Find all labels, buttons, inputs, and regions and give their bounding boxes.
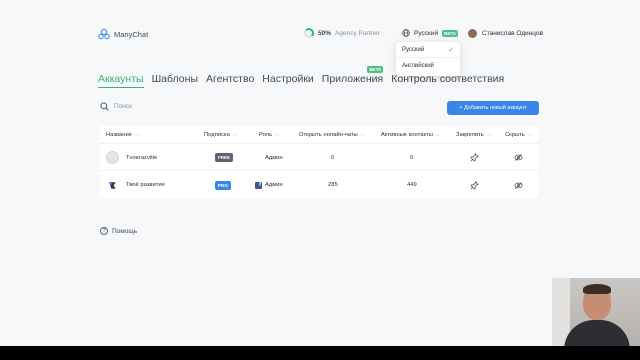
role-cell: Админ bbox=[265, 154, 283, 161]
tab-label: Аккаунты bbox=[98, 73, 144, 85]
active-contacts-cell: 449 bbox=[407, 182, 417, 188]
language-dropdown: Русский ✓ Английский bbox=[396, 42, 460, 76]
tab-label: Настройки bbox=[262, 73, 314, 85]
avatar bbox=[468, 29, 477, 38]
webcam-overlay bbox=[552, 278, 640, 346]
chevron-down-icon: ⌵ bbox=[232, 131, 237, 138]
col-active-contacts[interactable]: Активные контакты ⌵ bbox=[381, 132, 440, 138]
eye-off-icon bbox=[514, 154, 523, 161]
agency-partner-status[interactable]: 50% Agency Partner bbox=[304, 28, 380, 38]
facebook-icon: f bbox=[255, 181, 262, 189]
pin-button[interactable] bbox=[470, 153, 479, 162]
account-name: Твоё развитие bbox=[126, 182, 165, 188]
webcam-person-body bbox=[564, 320, 630, 346]
col-role[interactable]: Роль ⌵ bbox=[259, 132, 279, 138]
tab-label: Приложения bbox=[321, 73, 384, 85]
account-cell[interactable]: Tvoerazvitie bbox=[106, 151, 157, 164]
column-label: Активные контакты bbox=[381, 131, 433, 138]
pin-button[interactable] bbox=[470, 180, 479, 190]
help-link[interactable]: ? Помощь bbox=[100, 227, 137, 235]
column-label: Открыть онлайн-чаты bbox=[299, 131, 358, 138]
user-name: Станислав Одинцов bbox=[482, 30, 543, 37]
account-logo-icon bbox=[106, 179, 119, 192]
tab-settings[interactable]: Настройки bbox=[262, 73, 314, 88]
hide-button[interactable] bbox=[514, 181, 523, 190]
option-label: Английский bbox=[402, 63, 434, 69]
tab-accounts[interactable]: Аккаунты bbox=[98, 73, 144, 88]
agency-label: Agency Partner bbox=[335, 29, 380, 37]
col-open-chats[interactable]: Открыть онлайн-чаты ⌵ bbox=[299, 132, 365, 138]
check-icon: ✓ bbox=[448, 46, 454, 54]
help-label: Помощь bbox=[112, 227, 138, 235]
agency-percent: 50% bbox=[318, 29, 332, 37]
language-option-english[interactable]: Английский bbox=[396, 58, 460, 74]
open-chats-cell: 0 bbox=[331, 154, 335, 161]
role-cell: f Админ bbox=[255, 181, 283, 189]
plan-badge: PRO bbox=[215, 180, 231, 190]
tab-templates[interactable]: Шаблоны bbox=[152, 73, 198, 88]
chevron-down-icon: ⌵ bbox=[527, 131, 532, 138]
role-label: Админ bbox=[265, 182, 283, 188]
col-plan[interactable]: Подписка ⌵ bbox=[204, 132, 237, 138]
chevron-down-icon: ⌵ bbox=[134, 131, 139, 138]
app-page: ManyChat 50% Agency Partner Русский BETA… bbox=[0, 0, 640, 346]
plan-badge: FREE bbox=[215, 153, 234, 162]
globe-icon bbox=[402, 29, 410, 37]
table-row[interactable]: Tvoerazvitie FREE Админ 0 0 bbox=[100, 145, 539, 171]
column-label: Роль bbox=[259, 131, 273, 138]
chevron-down-icon: ⌵ bbox=[435, 131, 440, 138]
column-label: Скрыть bbox=[505, 131, 525, 138]
help-icon: ? bbox=[100, 227, 108, 235]
beta-badge: BETA bbox=[367, 66, 384, 73]
col-name[interactable]: Название ⌵ bbox=[106, 132, 139, 138]
tab-label: Агентство bbox=[206, 73, 255, 85]
hide-button[interactable] bbox=[514, 153, 523, 162]
chevron-down-icon: ⌵ bbox=[360, 131, 365, 138]
progress-ring-icon bbox=[304, 28, 314, 38]
brand-name: ManyChat bbox=[114, 29, 149, 39]
beta-badge: BETA bbox=[442, 29, 459, 37]
add-account-button[interactable]: + Добавить новый аккаунт bbox=[447, 101, 539, 115]
search-field[interactable]: Поиск bbox=[100, 102, 132, 111]
option-label: Русский bbox=[402, 46, 425, 53]
col-hide[interactable]: Скрыть ⌵ bbox=[505, 132, 532, 138]
column-label: Подписка bbox=[204, 131, 230, 138]
language-label: Русский bbox=[414, 29, 439, 37]
letterbox-bar bbox=[0, 346, 640, 360]
pin-icon bbox=[470, 180, 479, 190]
tab-label: Шаблоны bbox=[151, 73, 198, 85]
brand-logo[interactable]: ManyChat bbox=[98, 28, 148, 40]
manychat-logo-icon bbox=[98, 28, 110, 40]
plan-cell: PRO bbox=[215, 180, 231, 190]
pin-icon bbox=[470, 153, 479, 162]
column-label: Закрепить bbox=[456, 131, 484, 138]
search-icon bbox=[100, 102, 109, 111]
user-menu[interactable]: Станислав Одинцов bbox=[468, 29, 543, 38]
eye-off-icon bbox=[514, 181, 523, 189]
open-chats-cell: 285 bbox=[328, 182, 338, 188]
chevron-down-icon: ⌵ bbox=[486, 131, 491, 138]
table-row[interactable]: Твоё развитие PRO f Админ 285 449 bbox=[100, 172, 539, 198]
chevron-down-icon: ⌵ bbox=[275, 131, 279, 138]
tab-agency[interactable]: Агентство bbox=[206, 73, 254, 88]
col-pin[interactable]: Закрепить ⌵ bbox=[456, 132, 491, 138]
language-selector[interactable]: Русский BETA bbox=[402, 29, 459, 37]
active-contacts-cell: 0 bbox=[410, 154, 414, 161]
webcam-person-hair bbox=[583, 284, 611, 294]
table-header: Название ⌵ Подписка ⌵ Роль ⌵ Открыть онлайн… bbox=[100, 126, 539, 144]
account-name: Tvoerazvitie bbox=[126, 154, 158, 161]
search-placeholder: Поиск bbox=[114, 103, 133, 110]
account-cell[interactable]: Твоё развитие bbox=[106, 179, 165, 192]
plan-cell: FREE bbox=[215, 153, 234, 162]
tab-apps[interactable]: Приложения BETA bbox=[321, 66, 384, 88]
column-label: Название bbox=[106, 131, 132, 138]
language-option-russian[interactable]: Русский ✓ bbox=[396, 42, 460, 58]
avatar bbox=[106, 151, 119, 164]
accounts-table: Название ⌵ Подписка ⌵ Роль ⌵ Открыть онлайн… bbox=[100, 126, 539, 198]
